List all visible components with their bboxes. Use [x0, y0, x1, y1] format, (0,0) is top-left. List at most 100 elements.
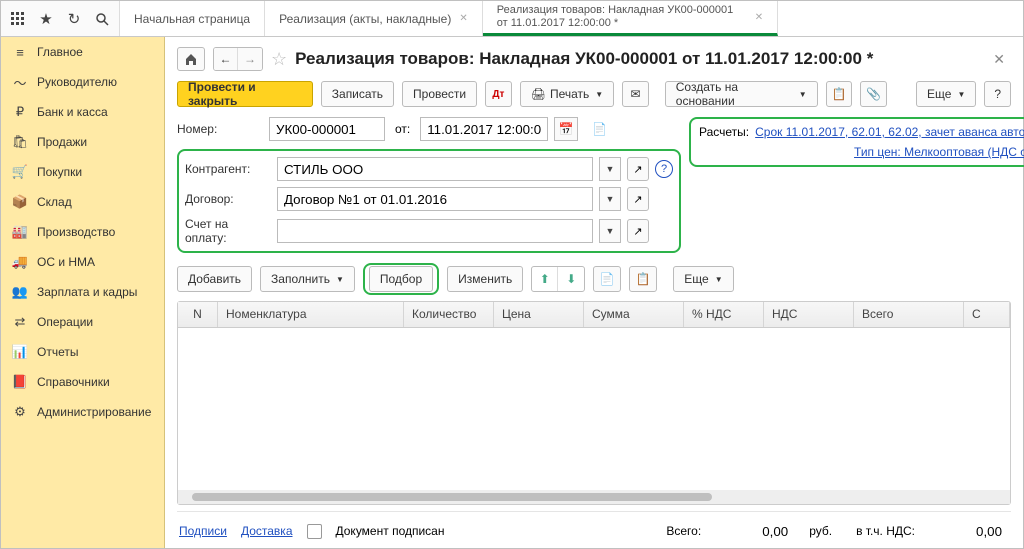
- invoice-open[interactable]: ↗: [627, 219, 649, 243]
- calc-link[interactable]: Срок 11.01.2017, 62.01, 62.02, зачет ава…: [755, 125, 1024, 139]
- doc-status-icon[interactable]: 📄: [592, 122, 607, 136]
- sidebar-item-sales[interactable]: 🛍Продажи: [1, 127, 164, 157]
- home-button[interactable]: [177, 47, 205, 71]
- printer-icon: 🖨: [531, 87, 546, 101]
- back-button[interactable]: ←: [214, 48, 238, 70]
- invoice-dropdown[interactable]: ▼: [599, 219, 621, 243]
- counterparty-open[interactable]: ↗: [627, 157, 649, 181]
- calc-label: Расчеты:: [699, 125, 749, 139]
- move-down-button[interactable]: ⬇: [558, 267, 584, 291]
- sidebar-item-hr[interactable]: 👥Зарплата и кадры: [1, 277, 164, 307]
- close-icon[interactable]: ✕: [459, 13, 467, 24]
- attach-button[interactable]: 📎: [860, 81, 887, 107]
- box-icon: 📦: [13, 195, 27, 209]
- price-type-link[interactable]: Тип цен: Мелкооптовая (НДС сверху): [854, 145, 1024, 159]
- more-button[interactable]: Еще▼: [916, 81, 976, 107]
- sidebar-item-assets[interactable]: 🚚ОС и НМА: [1, 247, 164, 277]
- help-button[interactable]: ?: [984, 81, 1011, 107]
- forward-button[interactable]: →: [238, 48, 262, 70]
- help-icon[interactable]: ?: [655, 160, 673, 178]
- movements-button[interactable]: Дт: [485, 81, 512, 107]
- post-button[interactable]: Провести: [402, 81, 477, 107]
- write-button[interactable]: Записать: [321, 81, 394, 107]
- doc-signed-label: Документ подписан: [336, 524, 445, 538]
- contract-open[interactable]: ↗: [627, 187, 649, 211]
- col-price[interactable]: Цена: [494, 302, 584, 327]
- truck-icon: 🚚: [13, 255, 27, 269]
- col-n[interactable]: N: [178, 302, 218, 327]
- h-scrollbar[interactable]: [178, 490, 1010, 504]
- ops-icon: ⇄: [13, 315, 27, 329]
- calendar-button[interactable]: 📅: [554, 117, 578, 141]
- vat-value: [929, 520, 1009, 542]
- table-body[interactable]: [178, 328, 1010, 490]
- add-button[interactable]: Добавить: [177, 266, 252, 292]
- number-label: Номер:: [177, 122, 263, 136]
- vat-label: в т.ч. НДС:: [856, 524, 915, 538]
- favorite-icon[interactable]: ☆: [271, 49, 287, 70]
- number-input[interactable]: [269, 117, 385, 141]
- contract-dropdown[interactable]: ▼: [599, 187, 621, 211]
- change-button[interactable]: Изменить: [447, 266, 523, 292]
- col-qty[interactable]: Количество: [404, 302, 494, 327]
- currency-label: руб.: [809, 524, 832, 538]
- sidebar-item-stock[interactable]: 📦Склад: [1, 187, 164, 217]
- contract-input[interactable]: [277, 187, 593, 211]
- contract-label: Договор:: [185, 192, 271, 206]
- sidebar-item-bank[interactable]: ₽Банк и касса: [1, 97, 164, 127]
- star-icon[interactable]: ★: [37, 10, 55, 28]
- col-sum[interactable]: Сумма: [584, 302, 684, 327]
- counterparty-dropdown[interactable]: ▼: [599, 157, 621, 181]
- close-icon[interactable]: ✕: [755, 12, 763, 23]
- sidebar-item-reports[interactable]: 📊Отчеты: [1, 337, 164, 367]
- pick-button[interactable]: Подбор: [369, 266, 433, 292]
- apps-icon[interactable]: [9, 10, 27, 28]
- sidebar: ≡Главное 〜Руководителю ₽Банк и касса 🛍Пр…: [1, 37, 165, 548]
- create-based-button[interactable]: Создать на основании▼: [665, 81, 818, 107]
- tab-doc-list[interactable]: Реализация (акты, накладные)✕: [265, 1, 483, 36]
- bag-icon: 🛍: [13, 135, 27, 149]
- close-page-button[interactable]: ✕: [987, 51, 1011, 68]
- post-close-button[interactable]: Провести и закрыть: [177, 81, 313, 107]
- print-button[interactable]: 🖨Печать▼: [520, 81, 614, 107]
- sidebar-item-main[interactable]: ≡Главное: [1, 37, 164, 67]
- paste-button[interactable]: 📋: [629, 266, 657, 292]
- table-more-button[interactable]: Еще▼: [673, 266, 733, 292]
- sidebar-item-manager[interactable]: 〜Руководителю: [1, 67, 164, 97]
- signatures-link[interactable]: Подписи: [179, 524, 227, 538]
- col-extra[interactable]: С: [964, 302, 1010, 327]
- total-value: [715, 520, 795, 542]
- cart-icon: 🛒: [13, 165, 27, 179]
- move-up-button[interactable]: ⬆: [532, 267, 558, 291]
- col-vat[interactable]: НДС: [764, 302, 854, 327]
- items-table: N Номенклатура Количество Цена Сумма % Н…: [177, 301, 1011, 505]
- tab-start[interactable]: Начальная страница: [120, 1, 265, 36]
- sidebar-item-prod[interactable]: 🏭Производство: [1, 217, 164, 247]
- sidebar-item-refs[interactable]: 📕Справочники: [1, 367, 164, 397]
- col-total[interactable]: Всего: [854, 302, 964, 327]
- col-vatpct[interactable]: % НДС: [684, 302, 764, 327]
- copy-button[interactable]: 📄: [593, 266, 621, 292]
- gear-icon: ⚙: [13, 405, 27, 419]
- fill-button[interactable]: Заполнить▼: [260, 266, 355, 292]
- history-icon[interactable]: ↻: [65, 10, 83, 28]
- search-icon[interactable]: [93, 10, 111, 28]
- top-tabs-bar: ★ ↻ Начальная страница Реализация (акты,…: [1, 1, 1023, 37]
- chart-icon: 〜: [13, 75, 27, 89]
- tab-doc-active[interactable]: Реализация товаров: Накладная УК00-00000…: [483, 1, 778, 36]
- sidebar-item-admin[interactable]: ⚙Администрирование: [1, 397, 164, 427]
- counterparty-input[interactable]: [277, 157, 593, 181]
- email-button[interactable]: ✉: [622, 81, 649, 107]
- col-nomenclature[interactable]: Номенклатура: [218, 302, 404, 327]
- doc-signed-checkbox[interactable]: [307, 524, 322, 539]
- invoice-input[interactable]: [277, 219, 593, 243]
- date-input[interactable]: [420, 117, 548, 141]
- book-icon: 📕: [13, 375, 27, 389]
- bar-icon: 📊: [13, 345, 27, 359]
- delivery-link[interactable]: Доставка: [241, 524, 293, 538]
- factory-icon: 🏭: [13, 225, 27, 239]
- sidebar-item-ops[interactable]: ⇄Операции: [1, 307, 164, 337]
- sidebar-item-purch[interactable]: 🛒Покупки: [1, 157, 164, 187]
- report-button[interactable]: 📋: [826, 81, 853, 107]
- total-label: Всего:: [666, 524, 701, 538]
